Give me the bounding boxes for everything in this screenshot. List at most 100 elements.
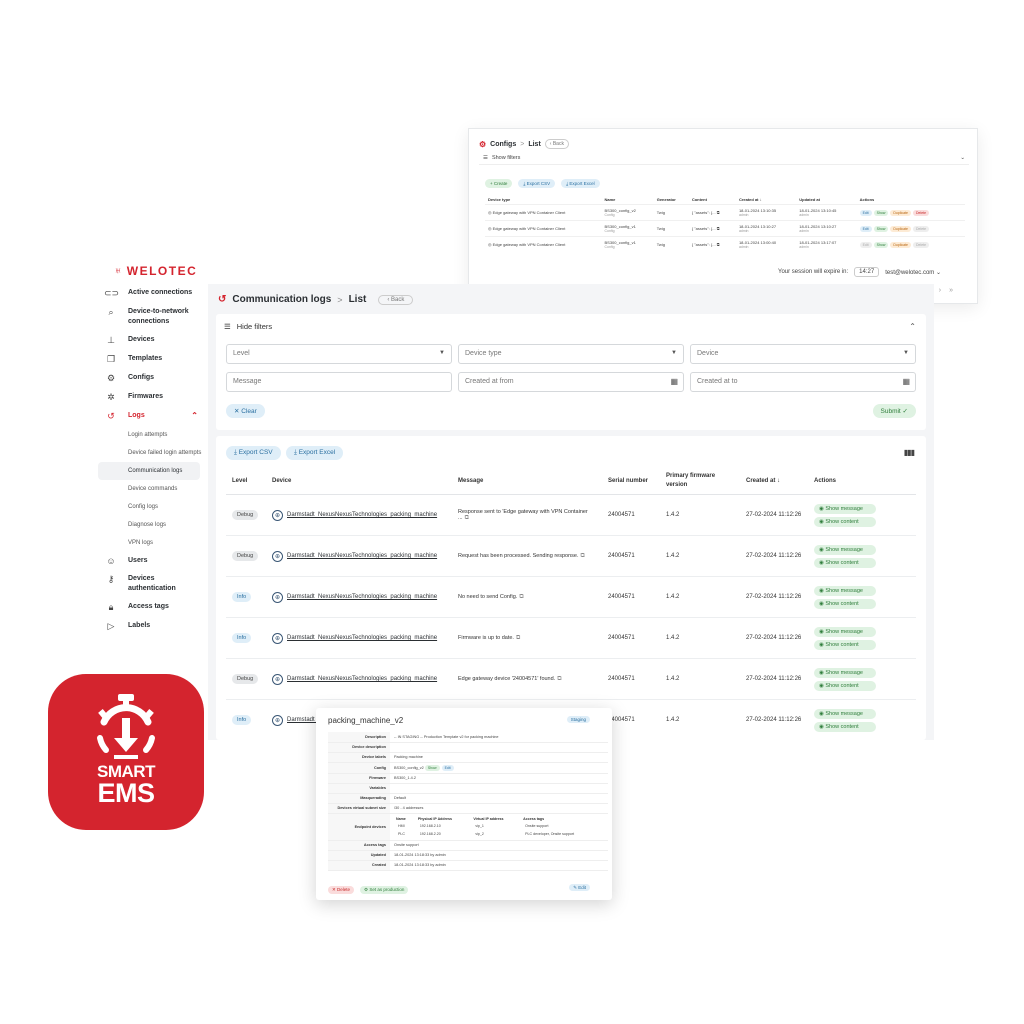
export-csv-button[interactable]: ⤓ Export CSV [518,179,556,188]
sidebar-item-configs[interactable]: ⚙ Configs [98,369,208,388]
device-link[interactable]: Darmstadt_NexusNexusTechnologies_packing… [287,594,437,600]
sidebar-subitem-device-failed-login[interactable]: Device failed login attempts [98,444,208,462]
show-content-button[interactable]: ◉ Show content [814,639,876,650]
user-menu[interactable]: test@welotec.com ⌄ [885,269,941,276]
session-timer: 14:27 [854,267,880,277]
show-button[interactable]: Show [873,225,889,232]
sidebar-item-devices-authentication[interactable]: ⚷ Devices authentication [98,570,208,598]
sidebar-subitem-vpn-logs[interactable]: VPN logs [98,534,208,552]
copy-icon[interactable]: ⧉ [519,594,523,600]
set-production-button[interactable]: ⚙ Set as production [360,886,409,894]
column-header-firmware[interactable]: Primary firmware version [660,468,740,495]
show-message-button[interactable]: ◉ Show message [814,585,876,596]
eye-icon: ◉ [819,505,824,512]
show-message-button[interactable]: ◉ Show message [814,544,876,555]
copy-icon[interactable]: ⧉ [465,515,469,521]
device-link[interactable]: Darmstadt_NexusNexusTechnologies_packing… [287,553,437,559]
detail-row: Variables [328,783,608,794]
column-header-serial[interactable]: Serial number [602,468,660,495]
detail-row: Access tags Onsite support [328,840,608,851]
sidebar-item-logs[interactable]: ↺ Logs ⌃ [98,407,208,426]
sidebar-item-device-to-network[interactable]: ⌕ Device-to-network connections [98,303,208,331]
sidebar-subitem-communication-logs[interactable]: Communication logs [98,462,200,480]
duplicate-button[interactable]: Duplicate [890,225,911,232]
sidebar-item-access-tags[interactable]: 🔒︎ Access tags [98,598,208,617]
edit-button[interactable]: Edit [859,225,872,232]
show-message-button[interactable]: ◉ Show message [814,626,876,637]
column-header-level[interactable]: Level [226,468,266,495]
level-select[interactable]: Level ▼ [226,344,452,364]
sidebar-item-labels[interactable]: ▷ Labels [98,617,208,636]
clear-button[interactable]: ✕ Clear [226,404,265,418]
device-select[interactable]: Device ▼ [690,344,916,364]
device-link[interactable]: Darmstadt_NexusNexusTechnologies_packing… [287,676,437,682]
column-header[interactable]: Updated at [796,195,856,205]
edit-button[interactable]: Edit [859,209,872,216]
chevron-up-icon[interactable]: ⌃ [909,322,916,331]
export-excel-button[interactable]: ⤓ Export Excel [561,179,600,188]
hide-filters-toggle[interactable]: ☰ Hide filters [224,322,272,331]
duplicate-button[interactable]: Duplicate [890,209,911,216]
duplicate-button[interactable]: Duplicate [890,241,911,248]
table-row: ◎ Edge gateway with VPN Container Client… [485,220,965,237]
edit-button[interactable]: ✎ Edit [569,884,590,891]
column-header-message[interactable]: Message [452,468,602,495]
show-content-button[interactable]: ◉ Show content [814,557,876,568]
show-filters-toggle[interactable]: ☰ Show filters ⌄ [479,151,969,165]
show-content-button[interactable]: ◉ Show content [814,598,876,609]
show-message-button[interactable]: ◉ Show message [814,667,876,678]
sidebar-subitem-diagnose-logs[interactable]: Diagnose logs [98,516,208,534]
detail-value: Default [394,796,407,800]
column-header[interactable]: Content [689,195,736,205]
show-button[interactable]: Show [873,241,889,248]
device-link[interactable]: Darmstadt_NexusNexusTechnologies_packing… [287,635,437,641]
edit-button[interactable]: Edit [441,764,454,771]
device-icon: ⊕ [272,714,283,726]
show-button[interactable]: Show [873,209,889,216]
back-button[interactable]: ‹ Back [378,294,414,305]
show-button[interactable]: Show [424,764,440,771]
export-excel-button[interactable]: ⤓ Export Excel [286,446,344,460]
column-header[interactable]: Name [601,195,653,205]
columns-icon[interactable]: ▮▮▮ [904,448,915,457]
sidebar-item-firmwares[interactable]: ✲ Firmwares [98,388,208,407]
show-content-button[interactable]: ◉ Show content [814,516,876,527]
device-link[interactable]: Darmstadt_NexusNexusTechnologies_packing… [287,512,437,518]
sidebar-item-devices[interactable]: ⊥ Devices [98,331,208,350]
detail-value: BS300_1.4.2 [394,776,416,780]
column-header-created[interactable]: Created at ↓ [740,468,808,495]
create-button[interactable]: + Create [485,179,513,188]
export-csv-button[interactable]: ⤓ Export CSV [226,446,281,460]
chevron-up-icon: ⌃ [191,411,198,420]
show-content-button[interactable]: ◉ Show content [814,721,876,732]
copy-icon[interactable]: ⧉ [580,553,584,559]
sidebar-subitem-login-attempts[interactable]: Login attempts [98,426,208,444]
show-content-button[interactable]: ◉ Show content [814,680,876,691]
message-text: No need to send Config. [458,593,518,600]
copy-icon[interactable]: ⧉ [557,676,561,682]
delete-button[interactable]: ✕ Delete [328,886,355,894]
column-header-device[interactable]: Device [266,468,452,495]
column-header[interactable]: Created at ↓ [736,195,796,205]
show-message-button[interactable]: ◉ Show message [814,503,876,514]
created-to-input[interactable]: Created at to ▦ [690,372,916,392]
device-type-select[interactable]: Device type ▼ [458,344,684,364]
back-button[interactable]: ‹ Back [544,139,569,149]
column-header[interactable]: Generator [654,195,689,205]
created-from-input[interactable]: Created at from ▦ [458,372,684,392]
sidebar-item-active-connections[interactable]: ⊂⊃ Active connections [98,284,208,303]
copy-icon[interactable]: ⧉ [516,635,520,641]
sidebar-subitem-device-commands[interactable]: Device commands [98,480,208,498]
column-header-actions: Actions [808,468,916,495]
sidebar-item-users[interactable]: ☺ Users [98,552,208,570]
sidebar-subitem-config-logs[interactable]: Config logs [98,498,208,516]
message-input[interactable]: Message [226,372,452,392]
submit-button[interactable]: Submit ✓ [872,404,916,418]
delete-button[interactable]: Delete [912,209,930,216]
configs-title: ⚙ Configs > List ‹ Back [479,139,569,149]
sidebar-item-templates[interactable]: ❐ Templates [98,350,208,369]
created-at: 27-02-2024 11:12:26 [740,699,808,740]
column-header[interactable]: Device type [485,195,601,205]
firmware-version: 1.4.2 [660,658,740,700]
show-message-button[interactable]: ◉ Show message [814,708,876,719]
